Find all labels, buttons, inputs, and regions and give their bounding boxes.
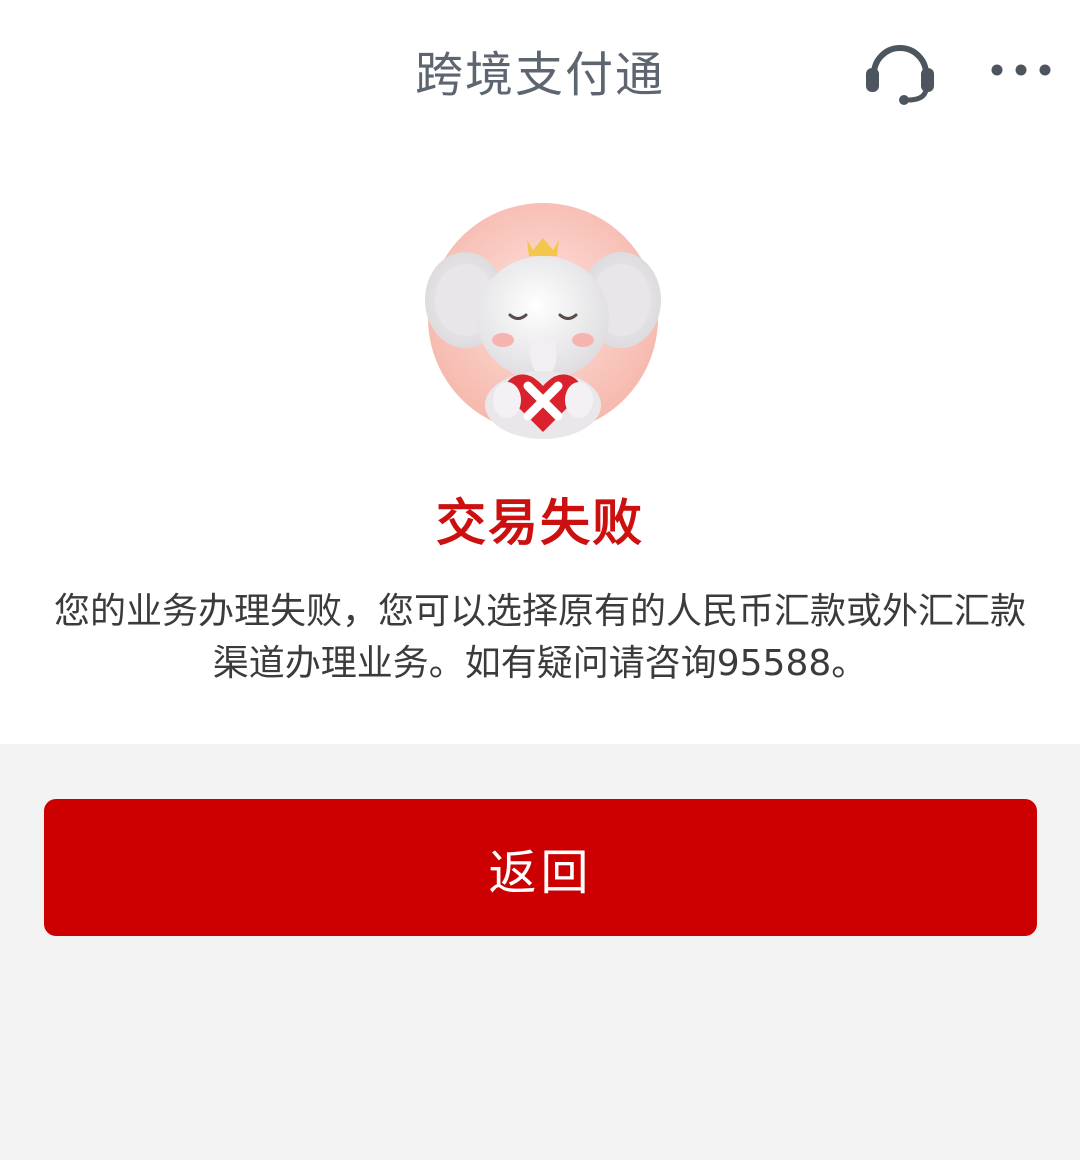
back-button[interactable]: 返回 [44,799,1037,936]
result-title: 交易失败 [436,494,644,552]
more-dots-icon[interactable] [988,50,1054,90]
result-message: 您的业务办理失败，您可以选择原有的人民币汇款或外汇汇款渠道办理业务。如有疑问请咨… [54,591,1027,684]
elephant-mascot-failure-icon [415,200,671,450]
result-panel: 跨境支付通 交易失败 您的业务办理失败，您可以选择原有的人民币汇款或外汇汇款渠道… [0,0,1080,744]
payment-result-screen: 跨境支付通 交易失败 您的业务办理失败，您可以选择原有的人民币汇款或外汇汇款渠道… [0,0,1080,1160]
headset-icon[interactable] [862,36,938,106]
